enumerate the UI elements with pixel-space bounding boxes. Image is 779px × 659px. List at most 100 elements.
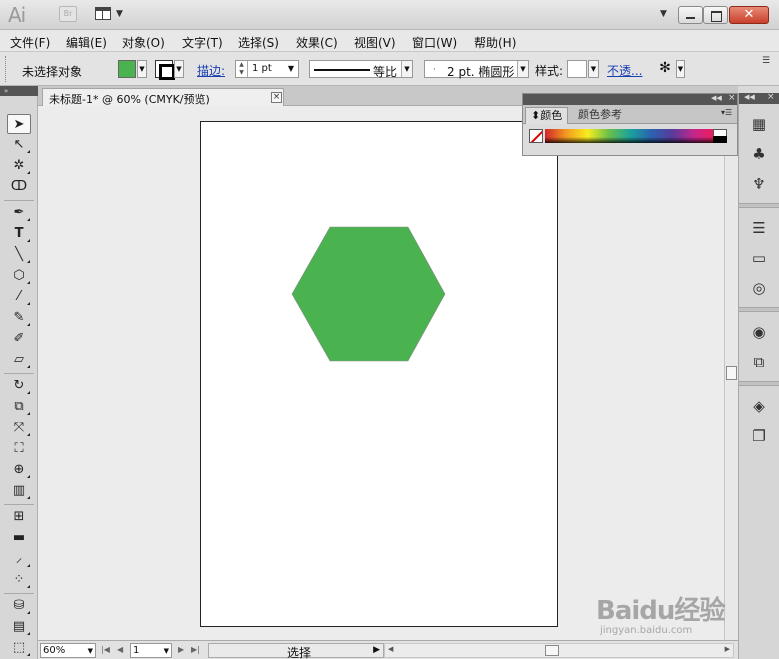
- spinner-icon[interactable]: ▲ ▼: [236, 61, 248, 77]
- shape-builder-tool-icon[interactable]: ⊕: [7, 460, 31, 480]
- menu-object[interactable]: 对象(O): [122, 34, 165, 51]
- panel-menu-icon[interactable]: ▾☰: [721, 108, 732, 117]
- menu-file[interactable]: 文件(F): [10, 34, 50, 51]
- layers-icon[interactable]: ◈: [747, 395, 771, 417]
- horizontal-scrollbar[interactable]: ◀ ▶: [384, 643, 734, 658]
- menu-view[interactable]: 视图(V): [354, 34, 396, 51]
- paintbrush-tool-icon[interactable]: ⁄: [7, 287, 31, 307]
- document-tab[interactable]: 未标题-1* @ 60% (CMYK/预览) ×: [42, 88, 284, 106]
- zoom-field[interactable]: 60% ▼: [40, 643, 96, 658]
- swatches-icon[interactable]: ▦: [747, 113, 771, 135]
- play-arrow-icon[interactable]: ▶: [373, 645, 380, 655]
- chevron-down-icon[interactable]: ▼: [164, 645, 169, 658]
- chevron-down-icon[interactable]: ▼: [517, 61, 528, 77]
- tools-panel-header[interactable]: »: [0, 86, 38, 96]
- gradient-panel-icon[interactable]: ▭: [747, 247, 771, 269]
- tab-color-guide[interactable]: 颜色参考: [573, 107, 627, 124]
- canvas[interactable]: [38, 106, 724, 640]
- close-icon[interactable]: ×: [271, 92, 282, 103]
- chevron-down-icon[interactable]: ▼: [288, 64, 294, 73]
- menu-type[interactable]: 文字(T): [182, 34, 223, 51]
- recolor-artwork-icon[interactable]: ✻: [656, 60, 674, 78]
- color-spectrum-bar[interactable]: [545, 129, 715, 143]
- hexagon-shape[interactable]: [291, 226, 446, 362]
- last-artboard-icon[interactable]: ▶|: [191, 645, 200, 654]
- none-color-swatch[interactable]: [529, 129, 543, 143]
- artboard-tool-icon[interactable]: ⬚: [7, 638, 31, 658]
- gradient-tool-icon[interactable]: ▬: [7, 528, 31, 548]
- horizontal-scroll-thumb[interactable]: [545, 645, 559, 656]
- rotate-tool-icon[interactable]: ↻: [7, 376, 31, 396]
- next-artboard-icon[interactable]: ▶: [178, 645, 184, 654]
- artboard[interactable]: [200, 121, 558, 627]
- symbol-sprayer-tool-icon[interactable]: ⛁: [7, 596, 31, 616]
- eyedropper-tool-icon[interactable]: ⸝: [7, 549, 31, 569]
- free-transform-tool-icon[interactable]: ⛶: [7, 439, 31, 459]
- selection-tool-icon[interactable]: ➤: [7, 114, 31, 134]
- panel-dock-header[interactable]: ◀◀ ×: [739, 92, 779, 104]
- close-button[interactable]: ✕: [729, 6, 769, 24]
- graphic-styles-icon[interactable]: ⧉: [747, 351, 771, 373]
- pencil-tool-icon[interactable]: ✎: [7, 308, 31, 328]
- brushes-icon[interactable]: ♆: [747, 173, 771, 195]
- stroke-dropdown[interactable]: ▼: [174, 60, 184, 78]
- lasso-tool-icon[interactable]: ↀ: [7, 177, 31, 197]
- expand-icon[interactable]: ◀◀: [744, 93, 755, 101]
- vertical-scroll-thumb[interactable]: [726, 366, 737, 380]
- panel-menu-icon[interactable]: ☰: [762, 56, 770, 66]
- chevron-down-icon[interactable]: ▼: [88, 645, 93, 658]
- artboard-number-field[interactable]: 1 ▼: [130, 643, 172, 658]
- chevron-down-icon[interactable]: ▼: [401, 61, 412, 77]
- menu-help[interactable]: 帮助(H): [474, 34, 516, 51]
- pen-tool-icon[interactable]: ✒: [7, 203, 31, 223]
- fill-dropdown[interactable]: ▼: [137, 60, 147, 78]
- arrange-documents-icon[interactable]: [95, 7, 111, 20]
- scale-tool-icon[interactable]: ⧉: [7, 397, 31, 417]
- variable-width-profile[interactable]: 等比 ▼: [309, 60, 413, 79]
- menu-effect[interactable]: 效果(C): [296, 34, 338, 51]
- magic-wand-tool-icon[interactable]: ✲: [7, 156, 31, 176]
- brush-definition[interactable]: · 2 pt. 椭圆形 ▼: [424, 60, 529, 79]
- stroke-color-swatch[interactable]: [155, 60, 175, 80]
- maximize-button[interactable]: [703, 6, 728, 24]
- transparency-panel-icon[interactable]: ◎: [747, 277, 771, 299]
- status-menu[interactable]: 选择 ▶: [208, 643, 384, 659]
- close-icon[interactable]: ×: [767, 92, 775, 102]
- minimize-button[interactable]: [678, 6, 703, 24]
- stroke-link[interactable]: 描边:: [197, 62, 225, 79]
- collapse-icon[interactable]: ◀◀: [711, 94, 722, 102]
- appearance-panel-icon[interactable]: ◉: [747, 321, 771, 343]
- chevron-down-icon[interactable]: ▼: [116, 9, 123, 19]
- stroke-weight-field[interactable]: ▲ ▼ 1 pt ▼: [235, 60, 299, 78]
- black-swatch[interactable]: [713, 136, 727, 143]
- symbols-icon[interactable]: ♣: [747, 143, 771, 165]
- control-bar-grip[interactable]: [5, 56, 8, 82]
- workspace-switcher-icon[interactable]: ▼: [660, 9, 667, 19]
- color-panel-header[interactable]: ◀◀ ×: [523, 93, 737, 105]
- artboards-icon[interactable]: ❐: [747, 425, 771, 447]
- graph-tool-icon[interactable]: ▥: [7, 481, 31, 501]
- graphic-style-swatch[interactable]: [567, 60, 587, 78]
- menu-window[interactable]: 窗口(W): [412, 34, 457, 51]
- bridge-button[interactable]: Br: [59, 6, 77, 22]
- fill-color-swatch[interactable]: [118, 60, 136, 78]
- stroke-panel-icon[interactable]: ☰: [747, 217, 771, 239]
- white-swatch[interactable]: [713, 129, 727, 136]
- menu-select[interactable]: 选择(S): [238, 34, 279, 51]
- polygon-tool-icon[interactable]: ⬡: [7, 266, 31, 286]
- recolor-dropdown[interactable]: ▼: [676, 60, 685, 78]
- vertical-scrollbar[interactable]: [724, 106, 738, 640]
- eraser-tool-icon[interactable]: ▱: [7, 350, 31, 370]
- previous-artboard-icon[interactable]: ◀: [117, 645, 123, 654]
- style-dropdown[interactable]: ▼: [588, 60, 599, 78]
- scroll-left-icon[interactable]: ◀: [388, 645, 393, 653]
- close-icon[interactable]: ×: [728, 93, 736, 103]
- menu-edit[interactable]: 编辑(E): [66, 34, 107, 51]
- type-tool-icon[interactable]: T: [7, 224, 31, 244]
- blend-tool-icon[interactable]: ⁘: [7, 570, 31, 590]
- line-segment-tool-icon[interactable]: ╲: [7, 245, 31, 265]
- opacity-link[interactable]: 不透...: [607, 62, 642, 79]
- direct-selection-tool-icon[interactable]: ↖: [7, 135, 31, 155]
- width-tool-icon[interactable]: ⤧: [7, 418, 31, 438]
- first-artboard-icon[interactable]: |◀: [101, 645, 110, 654]
